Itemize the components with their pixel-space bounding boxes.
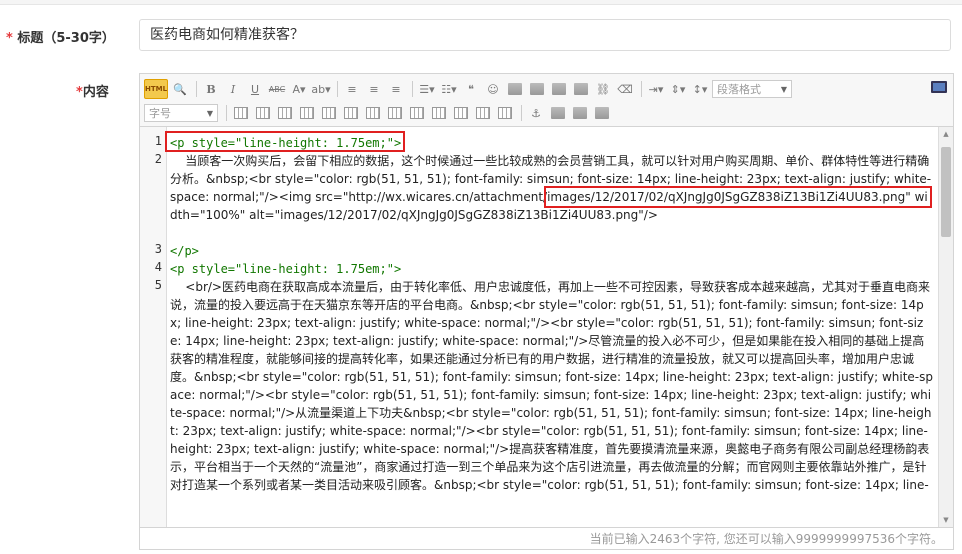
merge-down-icon[interactable]	[429, 103, 449, 123]
fullscreen-icon[interactable]	[931, 81, 947, 93]
html-source-button[interactable]: HTML	[144, 79, 168, 99]
image-icon[interactable]	[505, 79, 525, 99]
print-icon[interactable]	[548, 103, 568, 123]
paragraph-format-value: 段落格式	[717, 83, 761, 96]
line-number: 1	[154, 134, 162, 148]
italic-icon[interactable]: I	[223, 79, 243, 99]
content-label-text: 内容	[82, 85, 109, 100]
line-number-gutter: 1 2 3 4 5	[140, 127, 167, 527]
multi-image-icon[interactable]	[527, 79, 547, 99]
toolbar-separator	[337, 81, 338, 97]
video-icon[interactable]	[549, 79, 569, 99]
toolbar-separator	[521, 105, 522, 121]
line-number: 2	[154, 152, 162, 166]
link-icon[interactable]: ⛓	[593, 79, 613, 99]
toolbar-row-1: HTML 🔍 B I U ABC A▾ ab▾ ≡ ≡ ≡ ☰▾ ☷▾ ❝ ☺ …	[144, 78, 796, 100]
line-height-icon[interactable]: ↕▾	[690, 79, 710, 99]
toolbar-separator	[196, 81, 197, 97]
highlight-box-paragraph-tag	[165, 131, 405, 152]
eraser-icon[interactable]: ⌫	[615, 79, 635, 99]
split-cells-icon[interactable]	[451, 103, 471, 123]
indent-icon[interactable]: ⇥▾	[646, 79, 666, 99]
character-count-status: 当前已输入2463个字符, 您还可以输入9999999997536个字符。	[139, 528, 954, 550]
zoom-icon[interactable]: 🔍	[170, 79, 190, 99]
scroll-up-icon[interactable]: ▲	[941, 129, 951, 139]
merge-cells-icon[interactable]	[385, 103, 405, 123]
required-mark: *	[6, 31, 13, 46]
toolbar-separator	[641, 81, 642, 97]
code-line-5: <br/>医药电商在获取高成本流量后，由于转化率低、用户忠诚度低，再加上一些不可…	[170, 280, 934, 492]
col-delete-icon[interactable]	[363, 103, 383, 123]
row-insert-icon[interactable]	[297, 103, 317, 123]
table-insert-icon[interactable]	[231, 103, 251, 123]
font-size-select[interactable]: 字号 ▼	[144, 104, 218, 122]
table-delete-icon[interactable]	[253, 103, 273, 123]
title-input[interactable]: 医药电商如何精准获客？	[139, 19, 951, 51]
table-props-icon[interactable]	[275, 103, 295, 123]
top-border	[0, 0, 962, 5]
split-cols-icon[interactable]	[495, 103, 515, 123]
attachment-icon[interactable]	[571, 79, 591, 99]
unordered-list-icon[interactable]: ☷▾	[439, 79, 459, 99]
search-replace-icon[interactable]	[592, 103, 612, 123]
toolbar-row-2: 字号 ▼ ⚓	[144, 102, 614, 124]
merge-right-icon[interactable]	[407, 103, 427, 123]
preview-icon[interactable]	[570, 103, 590, 123]
highlight-color-icon[interactable]: ab▾	[311, 79, 331, 99]
scroll-down-icon[interactable]: ▼	[941, 515, 951, 525]
font-size-value: 字号	[149, 107, 171, 120]
chevron-down-icon: ▼	[780, 84, 787, 94]
line-number: 4	[154, 260, 162, 274]
paragraph-format-select[interactable]: 段落格式 ▼	[712, 80, 792, 98]
col-insert-icon[interactable]	[341, 103, 361, 123]
code-line-4: <p style="line-height: 1.75em;">	[170, 262, 402, 276]
title-label-text: 标题（5-30字）	[17, 31, 115, 46]
line-number: 3	[154, 242, 162, 256]
align-left-icon[interactable]: ≡	[342, 79, 362, 99]
scrollbar-thumb[interactable]	[941, 147, 951, 237]
underline-icon[interactable]: U	[245, 79, 265, 99]
code-line-3: </p>	[170, 244, 199, 258]
row-delete-icon[interactable]	[319, 103, 339, 123]
title-label: * 标题（5-30字）	[6, 27, 115, 46]
required-mark: *	[76, 85, 83, 100]
bold-icon[interactable]: B	[201, 79, 221, 99]
chevron-down-icon: ▼	[206, 108, 213, 118]
anchor-icon[interactable]: ⚓	[526, 103, 546, 123]
vertical-scrollbar[interactable]: ▲ ▼	[938, 127, 953, 527]
quote-icon[interactable]: ❝	[461, 79, 481, 99]
ordered-list-icon[interactable]: ☰▾	[417, 79, 437, 99]
content-label: *内容	[76, 81, 109, 100]
font-color-icon[interactable]: A▾	[289, 79, 309, 99]
emoji-icon[interactable]: ☺	[483, 79, 503, 99]
paragraph-spacing-icon[interactable]: ⇕▾	[668, 79, 688, 99]
align-right-icon[interactable]: ≡	[386, 79, 406, 99]
editor-toolbar: HTML 🔍 B I U ABC A▾ ab▾ ≡ ≡ ≡ ☰▾ ☷▾ ❝ ☺ …	[140, 74, 953, 127]
strikethrough-icon[interactable]: ABC	[267, 79, 287, 99]
toolbar-separator	[412, 81, 413, 97]
toolbar-separator	[226, 105, 227, 121]
align-center-icon[interactable]: ≡	[364, 79, 384, 99]
split-rows-icon[interactable]	[473, 103, 493, 123]
line-number: 5	[154, 278, 162, 292]
highlight-box-img-src	[544, 186, 932, 208]
